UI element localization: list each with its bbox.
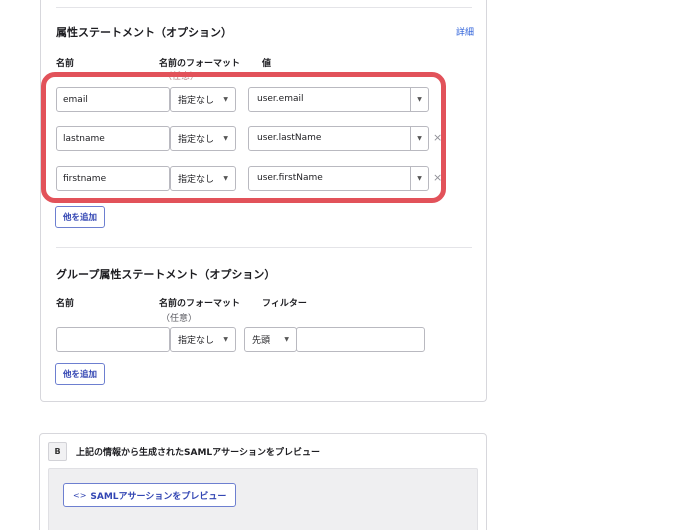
attribute-format-value: 指定なし [178, 175, 215, 185]
attribute-value-combobox[interactable]: user.lastName ▼ [248, 126, 429, 151]
group-col-filter-header: フィルター [262, 299, 307, 309]
add-group-attribute-button[interactable]: 他を追加 [55, 363, 106, 385]
group-filter-type-value: 先頭 [252, 336, 271, 346]
group-format-select[interactable]: 指定なし ▼ [170, 327, 236, 352]
attribute-format-select[interactable]: 指定なし ▼ [170, 126, 236, 151]
detail-link[interactable]: 詳細 [456, 25, 474, 38]
col-name-header: 名前 [56, 59, 75, 69]
col-format-header: 名前のフォーマット [159, 59, 241, 69]
chevron-down-icon: ▼ [223, 96, 228, 103]
attribute-value-text: user.email [257, 94, 304, 104]
group-filter-value-input[interactable] [296, 327, 425, 352]
chevron-down-icon[interactable]: ▼ [410, 167, 428, 190]
section-divider [56, 247, 472, 248]
chevron-down-icon: ▼ [223, 336, 228, 343]
attribute-name-input[interactable]: email [56, 87, 170, 112]
group-col-format-header: 名前のフォーマット [159, 299, 241, 309]
attribute-format-value: 指定なし [178, 135, 215, 145]
group-format-value: 指定なし [178, 336, 215, 346]
chevron-down-icon: ▼ [284, 336, 289, 343]
remove-row-icon[interactable]: × [433, 131, 442, 144]
step-badge: B [48, 442, 67, 461]
top-divider [56, 7, 472, 8]
code-icon: <> [73, 490, 87, 500]
attribute-value-combobox[interactable]: user.email ▼ [248, 87, 429, 112]
preview-title: 上記の情報から生成されたSAMLアサーションをプレビュー [76, 448, 320, 458]
attribute-format-value: 指定なし [178, 96, 215, 106]
col-format-optional-note: （任意） [163, 72, 200, 82]
preview-saml-button[interactable]: <> SAMLアサーションをプレビュー [63, 483, 237, 507]
group-filter-type-select[interactable]: 先頭 ▼ [244, 327, 297, 352]
attribute-value-text: user.lastName [257, 133, 322, 143]
chevron-down-icon: ▼ [223, 135, 228, 142]
attribute-value-combobox[interactable]: user.firstName ▼ [248, 166, 429, 191]
group-name-input[interactable] [56, 327, 170, 352]
group-section-title: グループ属性ステートメント（オプション） [56, 268, 276, 281]
preview-saml-button-label: SAMLアサーションをプレビュー [90, 491, 227, 502]
chevron-down-icon: ▼ [223, 175, 228, 182]
attribute-section-title: 属性ステートメント（オプション） [56, 26, 232, 39]
group-col-format-optional-note: （任意） [161, 314, 198, 324]
chevron-down-icon[interactable]: ▼ [410, 88, 428, 111]
attribute-name-input[interactable]: firstname [56, 166, 170, 191]
remove-row-icon[interactable]: × [433, 171, 442, 184]
attribute-format-select[interactable]: 指定なし ▼ [170, 87, 236, 112]
add-attribute-button[interactable]: 他を追加 [55, 206, 106, 228]
chevron-down-icon[interactable]: ▼ [410, 127, 428, 150]
attribute-value-text: user.firstName [257, 173, 323, 183]
group-col-name-header: 名前 [56, 299, 75, 309]
attribute-name-input[interactable]: lastname [56, 126, 170, 151]
attribute-format-select[interactable]: 指定なし ▼ [170, 166, 236, 191]
col-value-header: 値 [262, 59, 272, 69]
